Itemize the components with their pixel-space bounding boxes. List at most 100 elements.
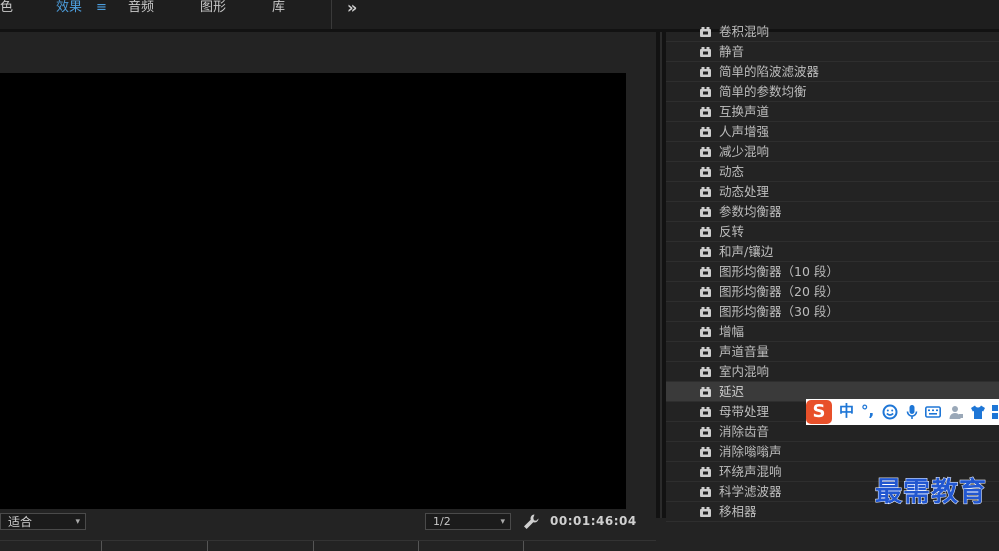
effect-preset-icon	[700, 487, 711, 497]
effect-label: 室内混响	[719, 364, 770, 379]
effect-list-item[interactable]: 反转	[666, 222, 999, 242]
effect-list-item[interactable]: 简单的参数均衡	[666, 82, 999, 102]
effect-preset-icon	[700, 167, 711, 177]
effect-preset-icon	[700, 467, 711, 477]
ruler-tick	[523, 541, 524, 551]
keyboard-icon[interactable]	[925, 404, 941, 420]
effect-preset-icon	[700, 347, 711, 357]
effect-label: 简单的陷波滤波器	[719, 64, 820, 79]
effect-label: 反转	[719, 224, 745, 239]
effect-list-item[interactable]: 增幅	[666, 322, 999, 342]
effect-preset-icon	[700, 367, 711, 377]
microphone-icon[interactable]	[904, 404, 920, 420]
ime-punctuation-toggle[interactable]: °,	[861, 402, 874, 420]
effect-preset-icon	[700, 127, 711, 137]
effect-list-item[interactable]: 消除齿音	[666, 422, 999, 442]
workspace-tab-color[interactable]: 色	[0, 0, 13, 15]
ime-toolbar: S 中 °,	[806, 399, 999, 425]
effect-label: 母带处理	[719, 404, 770, 419]
ruler-tick	[101, 541, 102, 551]
ruler-tick	[207, 541, 208, 551]
effect-preset-icon	[700, 407, 711, 417]
panel-divider[interactable]	[656, 32, 666, 518]
effect-list-item[interactable]: 室内混响	[666, 362, 999, 382]
effect-label: 增幅	[719, 324, 745, 339]
workspace-tab-audio[interactable]: 音频	[128, 0, 154, 15]
effect-preset-icon	[700, 87, 711, 97]
effect-preset-icon	[700, 447, 711, 457]
ime-mode-toggle[interactable]: 中	[839, 402, 854, 420]
workspace-tab-libraries[interactable]: 库	[272, 0, 285, 15]
user-icon[interactable]	[948, 404, 964, 420]
effect-preset-icon	[700, 247, 711, 257]
effect-label: 人声增强	[719, 124, 770, 139]
effect-list-item[interactable]: 动态	[666, 162, 999, 182]
effect-list-item[interactable]: 和声/镶边	[666, 242, 999, 262]
emoji-icon[interactable]	[882, 404, 898, 420]
playback-resolution-value: 1/2	[433, 515, 451, 528]
effect-label: 移相器	[719, 504, 757, 519]
effect-list-item[interactable]: 卷积混响	[666, 22, 999, 42]
effect-label: 参数均衡器	[719, 204, 782, 219]
effect-list-item[interactable]: 互换声道	[666, 102, 999, 122]
toolbox-grid-icon[interactable]	[991, 404, 999, 420]
effect-list-item[interactable]: 人声增强	[666, 122, 999, 142]
effect-preset-icon	[700, 147, 711, 157]
effect-list-item[interactable]: 参数均衡器	[666, 202, 999, 222]
effect-list-item[interactable]: 图形均衡器（30 段）	[666, 302, 999, 322]
double-chevron-right-icon[interactable]: »	[347, 0, 357, 17]
effect-label: 延迟	[719, 384, 745, 399]
effect-preset-icon	[700, 207, 711, 217]
effect-label: 消除齿音	[719, 424, 770, 439]
effect-preset-icon	[700, 307, 711, 317]
hamburger-menu-icon[interactable]: ≡	[96, 1, 107, 14]
effect-preset-icon	[700, 427, 711, 437]
chevron-down-icon: ▾	[75, 517, 80, 527]
video-preview[interactable]	[0, 73, 626, 509]
effect-label: 动态处理	[719, 184, 770, 199]
effect-label: 科学滤波器	[719, 484, 782, 499]
effects-panel: 卷积混响静音简单的陷波滤波器 简单的参数均衡 互换声道人声增强减少混响动态动态处理参…	[666, 24, 999, 522]
effect-label: 互换声道	[719, 104, 770, 119]
effect-preset-icon	[700, 227, 711, 237]
playhead-timecode[interactable]: 00:01:46:04	[550, 514, 637, 528]
effect-preset-icon	[700, 107, 711, 117]
effect-label: 声道音量	[719, 344, 770, 359]
effect-label: 图形均衡器（30 段）	[719, 304, 839, 319]
effect-list-item[interactable]: 声道音量	[666, 342, 999, 362]
toolbar-divider	[331, 0, 332, 29]
effect-label: 减少混响	[719, 144, 770, 159]
effect-list-item[interactable]: 静音	[666, 42, 999, 62]
workspace-tab-graphics[interactable]: 图形	[200, 0, 226, 15]
effect-list-item[interactable]: 动态处理	[666, 182, 999, 202]
effect-label: 卷积混响	[719, 24, 770, 39]
effect-list-item[interactable]: 简单的陷波滤波器	[666, 62, 999, 82]
effect-list-item[interactable]: 图形均衡器（10 段）	[666, 262, 999, 282]
program-monitor: 适合 ▾ 1/2 ▾ 00:01:46:04	[0, 32, 656, 551]
effect-preset-icon	[700, 267, 711, 277]
effect-label: 简单的参数均衡	[719, 84, 807, 99]
effect-preset-icon	[700, 387, 711, 397]
effect-preset-icon	[700, 27, 711, 37]
ruler-tick	[313, 541, 314, 551]
playback-resolution-select[interactable]: 1/2 ▾	[425, 513, 511, 530]
zoom-fit-value: 适合	[8, 515, 33, 529]
ime-logo[interactable]: S	[806, 400, 832, 424]
watermark-text: 最需教育	[875, 477, 987, 509]
effect-preset-icon	[700, 187, 711, 197]
effect-label: 静音	[719, 44, 745, 59]
effect-list-item[interactable]: 图形均衡器（20 段）	[666, 282, 999, 302]
skin-shirt-icon[interactable]	[970, 404, 986, 420]
workspace-tab-effects[interactable]: 效果	[56, 0, 82, 15]
zoom-fit-select[interactable]: 适合 ▾	[0, 513, 86, 530]
effect-preset-icon	[700, 507, 711, 517]
wrench-icon[interactable]	[522, 513, 540, 531]
effect-preset-icon	[700, 67, 711, 77]
effect-preset-icon	[700, 327, 711, 337]
effect-list-item[interactable]: 减少混响	[666, 142, 999, 162]
effect-label: 消除嗡嗡声	[719, 444, 782, 459]
time-ruler[interactable]	[0, 540, 656, 551]
chevron-down-icon: ▾	[500, 517, 505, 527]
effect-list-item[interactable]: 消除嗡嗡声	[666, 442, 999, 462]
ruler-tick	[418, 541, 419, 551]
